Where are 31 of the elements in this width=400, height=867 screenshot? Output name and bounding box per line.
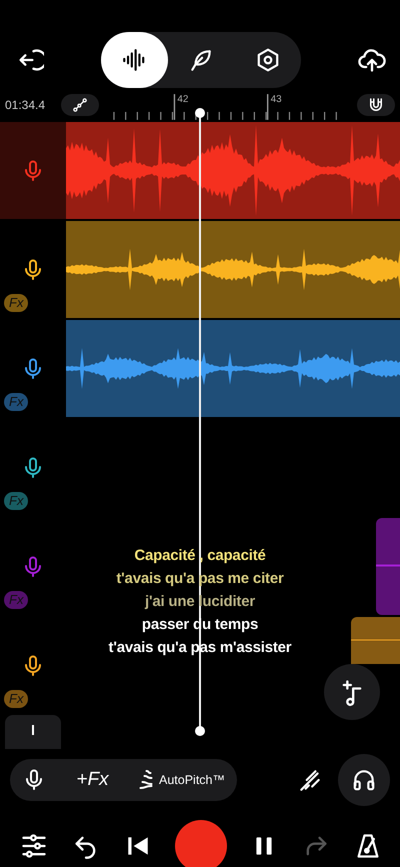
- link-icon: [72, 97, 88, 113]
- upload-button[interactable]: [358, 46, 386, 74]
- fx-badge[interactable]: Fx: [4, 393, 28, 411]
- sliders-icon: [20, 832, 48, 860]
- time-display: 01:34.4: [5, 98, 46, 112]
- audio-clip[interactable]: [376, 518, 400, 615]
- track-header[interactable]: [0, 122, 66, 219]
- ruler-label: 43: [270, 94, 282, 106]
- audio-clip[interactable]: [66, 320, 400, 417]
- mixer-button[interactable]: [20, 832, 48, 860]
- hexagon-icon: [254, 47, 281, 73]
- timeline-ruler[interactable]: 42 43: [109, 90, 347, 120]
- ruler-label: 42: [177, 94, 188, 106]
- audio-clip[interactable]: [351, 617, 400, 664]
- fx-badge[interactable]: Fx: [4, 294, 28, 312]
- drawer-handle[interactable]: [5, 715, 61, 749]
- cloud-upload-icon: [358, 46, 386, 74]
- magnet-icon: [367, 96, 385, 114]
- waves-icon: [138, 769, 153, 791]
- autopitch-button[interactable]: AutoPitch™: [138, 769, 225, 791]
- lyric-line: Capacité , capacité: [134, 546, 266, 566]
- audio-clip[interactable]: [66, 122, 400, 219]
- fx-badge[interactable]: Fx: [4, 492, 28, 510]
- fx-badge[interactable]: Fx: [4, 690, 28, 708]
- audio-clip[interactable]: [66, 221, 400, 318]
- add-effect-button[interactable]: +Fx: [76, 769, 109, 791]
- record-button[interactable]: [174, 820, 227, 867]
- waveform-icon: [121, 47, 148, 73]
- headphones-button[interactable]: [338, 754, 390, 806]
- link-toggle[interactable]: [61, 94, 99, 116]
- snap-toggle[interactable]: [357, 94, 395, 116]
